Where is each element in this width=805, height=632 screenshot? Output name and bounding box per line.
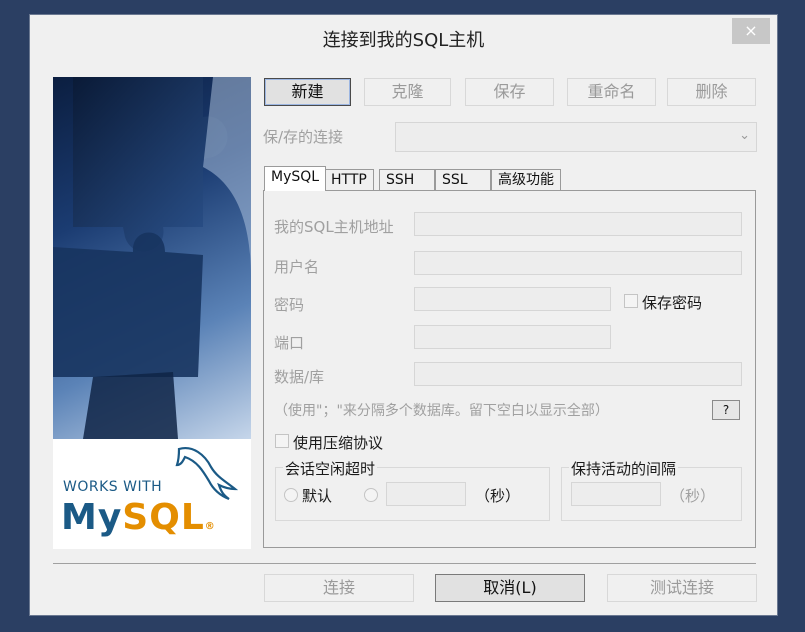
title-bar: 连接到我的SQL主机 ×	[30, 15, 777, 59]
dolphin-icon	[175, 447, 239, 501]
delete-button[interactable]: 删除	[667, 78, 756, 106]
cancel-button[interactable]: 取消(L)	[435, 574, 585, 602]
database-hint: （使用"；"来分隔多个数据库。留下空白以显示全部）	[274, 403, 609, 419]
rename-button[interactable]: 重命名	[567, 78, 656, 106]
tab-mysql[interactable]: MySQL	[264, 166, 327, 191]
timeout-custom-input[interactable]	[386, 482, 466, 506]
host-input[interactable]	[414, 212, 742, 236]
mysql-logo: WORKS WITH MySQL®	[53, 439, 251, 549]
keepalive-unit-label: （秒）	[670, 487, 716, 505]
timeout-unit-label: （秒）	[475, 487, 521, 505]
save-password-checkbox[interactable]	[624, 294, 638, 308]
hero-image: WORKS WITH MySQL®	[53, 77, 251, 549]
save-password-label: 保存密码	[642, 294, 703, 312]
save-button[interactable]: 保存	[465, 78, 554, 106]
footer-separator	[53, 563, 756, 564]
test-connection-button[interactable]: 测试连接	[607, 574, 757, 602]
chevron-down-icon: ⌄	[739, 128, 750, 143]
timeout-default-radio[interactable]	[284, 488, 298, 502]
user-label: 用户名	[274, 258, 320, 276]
host-label: 我的SQL主机地址	[274, 218, 394, 236]
database-label: 数据/库	[274, 368, 325, 386]
puzzle-pieces-icon	[53, 77, 251, 439]
port-label: 端口	[274, 334, 305, 352]
saved-connections-label: 保/存的连接	[263, 128, 344, 146]
keepalive-input[interactable]	[571, 482, 661, 506]
connect-button[interactable]: 连接	[264, 574, 414, 602]
tab-ssh[interactable]: SSH	[379, 169, 435, 191]
works-with-text: WORKS WITH	[63, 479, 163, 495]
tab-ssl[interactable]: SSL	[435, 169, 491, 191]
password-input[interactable]	[414, 287, 611, 311]
compression-label: 使用压缩协议	[293, 434, 384, 452]
close-button[interactable]: ×	[732, 18, 770, 44]
compression-checkbox[interactable]	[275, 434, 289, 448]
mysql-my: My	[61, 497, 123, 538]
new-button[interactable]: 新建	[264, 78, 351, 106]
password-label: 密码	[274, 296, 305, 314]
close-icon: ×	[744, 21, 758, 40]
mysql-sql: SQL	[122, 497, 205, 538]
clone-button[interactable]: 克隆	[364, 78, 451, 106]
help-button[interactable]: ?	[712, 400, 740, 420]
tab-http[interactable]: HTTP	[324, 169, 374, 191]
session-timeout-title: 会话空闲超时	[283, 458, 378, 479]
connection-dialog: 连接到我的SQL主机 × WORKS WITH MySQL® 新建 克隆 保存 …	[29, 14, 778, 616]
timeout-custom-radio[interactable]	[364, 488, 378, 502]
timeout-default-label: 默认	[302, 487, 333, 505]
mysql-wordmark: MySQL®	[61, 497, 216, 538]
tab-advanced[interactable]: 高级功能	[491, 169, 561, 191]
keepalive-title: 保持活动的间隔	[569, 458, 679, 479]
port-input[interactable]	[414, 325, 611, 349]
saved-connections-select[interactable]: ⌄	[395, 122, 757, 152]
database-input[interactable]	[414, 362, 742, 386]
dialog-title: 连接到我的SQL主机	[322, 30, 485, 51]
trademark-mark: ®	[204, 521, 216, 532]
puzzle-photo	[53, 77, 251, 439]
user-input[interactable]	[414, 251, 742, 275]
